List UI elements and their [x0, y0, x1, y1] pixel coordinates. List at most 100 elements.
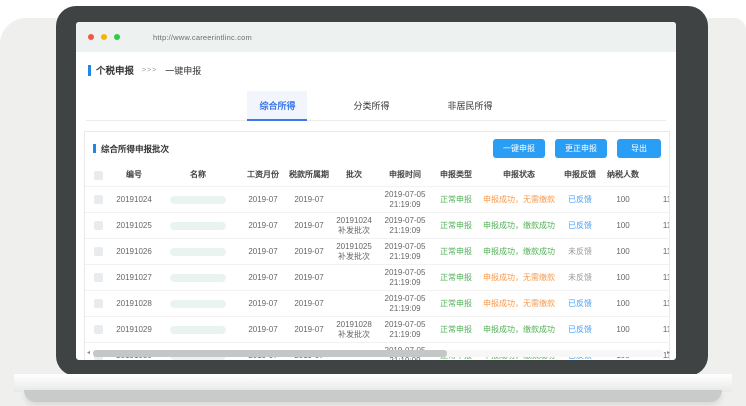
accent-bar	[93, 144, 96, 153]
scroll-left-arrow[interactable]: ◂	[86, 349, 91, 358]
cell-declare-time: 2019-07-05 21:19:09	[377, 318, 433, 342]
breadcrumb: 个税申报 >>> 一键申报	[76, 52, 676, 78]
column-header: 申报类型	[433, 168, 479, 182]
column-header: 申报状态	[479, 168, 559, 182]
cell-declare-type: 正常申报	[433, 219, 479, 233]
row-checkbox[interactable]	[94, 195, 103, 204]
cell-taxpayer-count: 100	[601, 323, 645, 337]
cell-declare-time: 2019-07-05 21:19:09	[377, 266, 433, 290]
cell-declare-type: 正常申报	[433, 271, 479, 285]
cell-declare-type: 正常申报	[433, 297, 479, 311]
cell-tax-period: 2019-07	[287, 297, 331, 311]
cell-truncated: 11	[645, 193, 670, 207]
tab-非居民所得[interactable]: 非居民所得	[436, 91, 505, 120]
tab-综合所得[interactable]: 综合所得	[247, 91, 307, 121]
table-row: 201910262019-072019-0720191025 补发批次2019-…	[85, 238, 670, 264]
batch-table: 编号名称工资月份税款所属期批次申报时间申报类型申报状态申报反馈纳税人数20191…	[85, 164, 670, 360]
cell-id: 20191025	[111, 219, 157, 233]
scrollbar-thumb[interactable]	[93, 350, 447, 357]
column-header: 税款所属期	[287, 168, 331, 182]
row-checkbox[interactable]	[94, 325, 103, 334]
cell-declare-type: 正常申报	[433, 245, 479, 259]
cell-declare-status: 申报成功，缴款成功	[479, 323, 559, 337]
row-checkbox[interactable]	[94, 247, 103, 256]
cell-tax-period: 2019-07	[287, 245, 331, 259]
cell-salary-month: 2019-07	[239, 219, 287, 233]
laptop-base-edge	[24, 390, 722, 402]
cell-taxpayer-count: 100	[601, 297, 645, 311]
name-placeholder	[170, 222, 226, 230]
cell-feedback: 已反馈	[559, 219, 601, 233]
action-button-一键申报[interactable]: 一键申报	[493, 139, 545, 158]
window-minimize-button[interactable]	[101, 34, 107, 40]
cell-declare-status: 申报成功，无需缴款	[479, 297, 559, 311]
cell-declare-status: 申报成功，无需缴款	[479, 271, 559, 285]
action-button-导出[interactable]: 导出	[617, 139, 661, 158]
cell-declare-type: 正常申报	[433, 323, 479, 337]
scrollbar-track[interactable]	[93, 350, 664, 357]
breadcrumb-current: 一键申报	[165, 64, 201, 77]
table-row: 201910282019-072019-072019-07-05 21:19:0…	[85, 290, 670, 316]
cell-checkbox	[85, 193, 111, 206]
column-header: 批次	[331, 168, 377, 182]
cell-name	[157, 194, 239, 206]
cell-declare-type: 正常申报	[433, 193, 479, 207]
cell-batch: 20191025 补发批次	[331, 240, 377, 264]
cell-declare-status: 申报成功，缴款成功	[479, 245, 559, 259]
cell-declare-time: 2019-07-05 21:19:09	[377, 240, 433, 264]
cell-taxpayer-count: 100	[601, 193, 645, 207]
tab-分类所得[interactable]: 分类所得	[341, 91, 401, 120]
column-header: 申报反馈	[559, 168, 601, 182]
cell-checkbox	[85, 271, 111, 284]
scroll-right-arrow[interactable]: ▸	[666, 349, 671, 358]
breadcrumb-separator: >>>	[142, 67, 157, 74]
cell-id: 20191027	[111, 271, 157, 285]
cell-id: 20191028	[111, 297, 157, 311]
window-close-button[interactable]	[88, 34, 94, 40]
name-placeholder	[170, 274, 226, 282]
table-row: 201910242019-072019-072019-07-05 21:19:0…	[85, 186, 670, 212]
cell-feedback: 已反馈	[559, 193, 601, 207]
cell-truncated: 11	[645, 323, 670, 337]
column-header: 纳税人数	[601, 168, 645, 182]
cell-checkbox	[85, 323, 111, 336]
breadcrumb-section: 个税申报	[96, 63, 134, 77]
cell-batch	[331, 198, 377, 202]
cell-taxpayer-count: 100	[601, 219, 645, 233]
column-header	[645, 173, 670, 177]
cell-declare-time: 2019-07-05 21:19:09	[377, 214, 433, 238]
cell-feedback: 未反馈	[559, 271, 601, 285]
cell-tax-period: 2019-07	[287, 193, 331, 207]
horizontal-scrollbar[interactable]: ◂ ▸	[86, 349, 671, 358]
cell-feedback: 未反馈	[559, 245, 601, 259]
name-placeholder	[170, 248, 226, 256]
column-header	[85, 169, 111, 182]
cell-name	[157, 220, 239, 232]
cell-name	[157, 246, 239, 258]
cell-declare-time: 2019-07-05 21:19:09	[377, 292, 433, 316]
tab-bar: 综合所得 分类所得 非居民所得	[86, 91, 666, 121]
cell-checkbox	[85, 245, 111, 258]
panel-title: 综合所得申报批次	[101, 143, 169, 155]
cell-truncated: 11	[645, 271, 670, 285]
cell-id: 20191026	[111, 245, 157, 259]
panel-header: 综合所得申报批次 一键申报更正申报导出	[85, 132, 669, 164]
window-maximize-button[interactable]	[114, 34, 120, 40]
row-checkbox[interactable]	[94, 221, 103, 230]
cell-taxpayer-count: 100	[601, 245, 645, 259]
name-placeholder	[170, 300, 226, 308]
column-header: 名称	[157, 168, 239, 182]
laptop-screen: http://www.careerintlinc.com 个税申报 >>> 一键…	[76, 22, 676, 360]
name-placeholder	[170, 326, 226, 334]
cell-declare-status: 申报成功，无需缴款	[479, 193, 559, 207]
row-checkbox[interactable]	[94, 273, 103, 282]
row-checkbox[interactable]	[94, 299, 103, 308]
cell-batch: 20191028 补发批次	[331, 318, 377, 342]
cell-declare-time: 2019-07-05 21:19:09	[377, 188, 433, 212]
cell-checkbox	[85, 297, 111, 310]
cell-batch	[331, 302, 377, 306]
address-bar[interactable]: http://www.careerintlinc.com	[153, 33, 252, 42]
cell-tax-period: 2019-07	[287, 271, 331, 285]
select-all-checkbox[interactable]	[94, 171, 103, 180]
action-button-更正申报[interactable]: 更正申报	[555, 139, 607, 158]
